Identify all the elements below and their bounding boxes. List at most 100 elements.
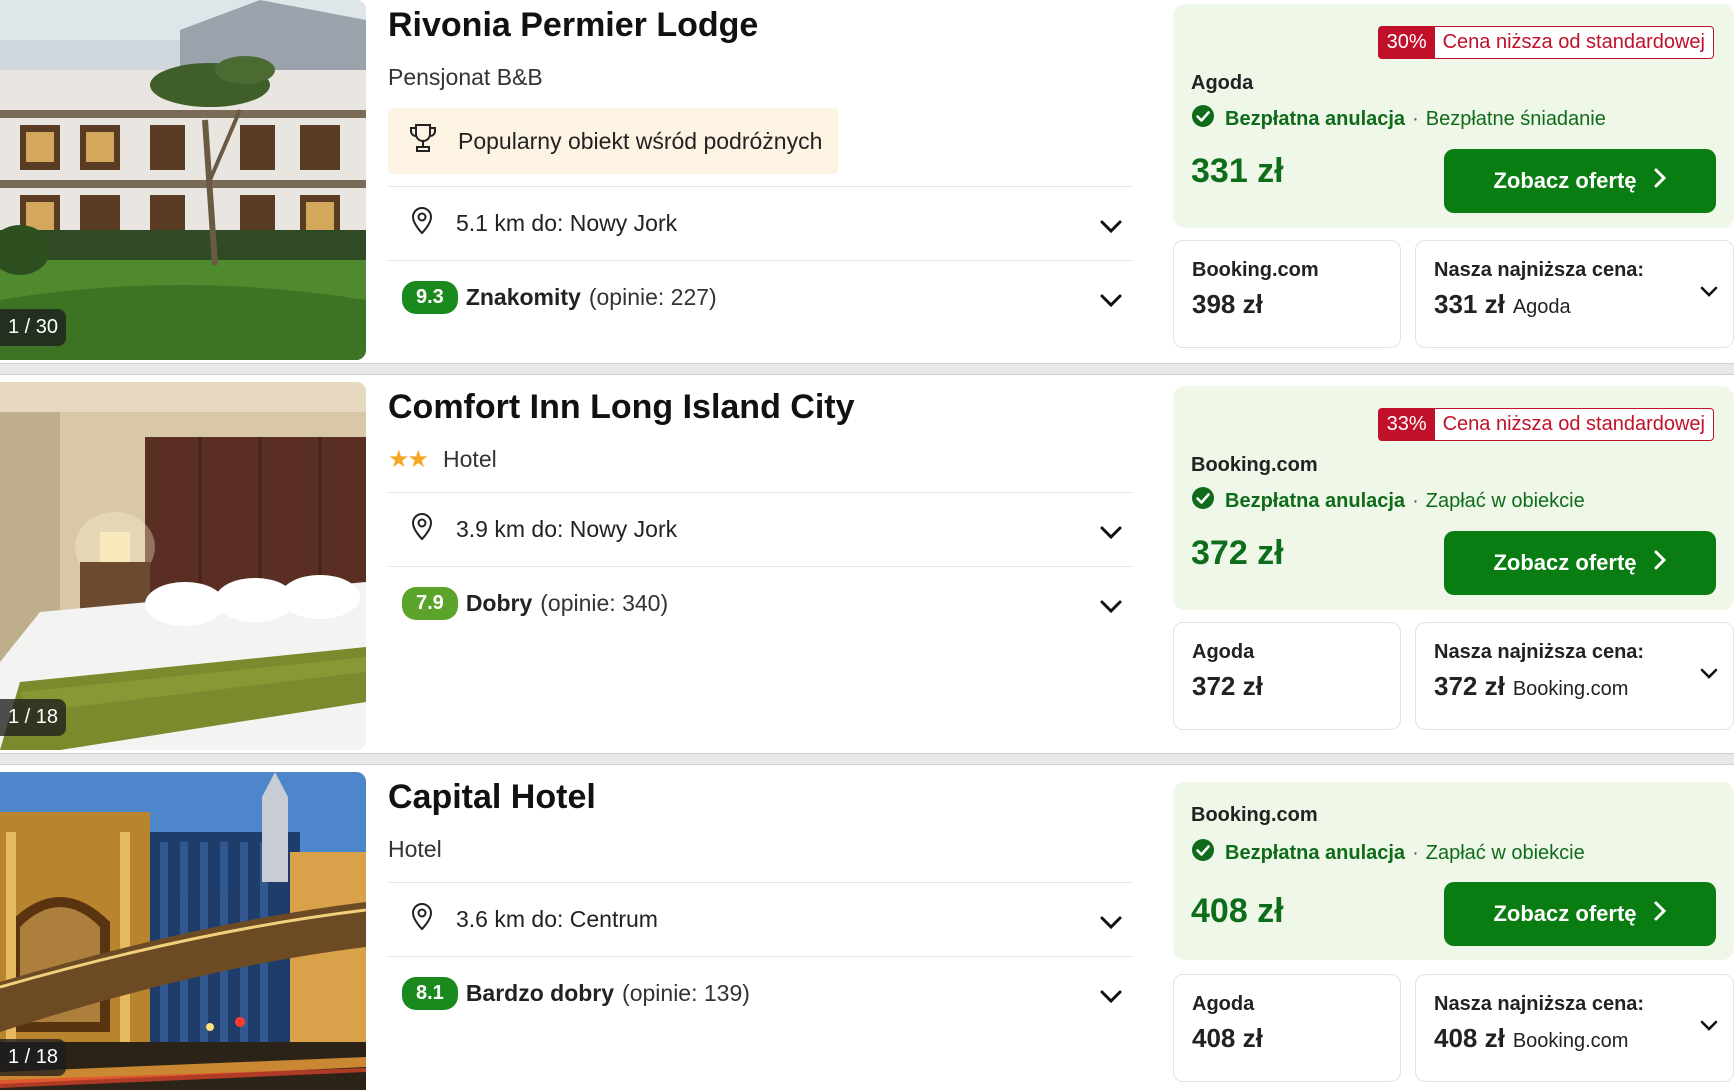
- deal-features: Bezpłatna anulacja · Bezpłatne śniadanie: [1191, 104, 1606, 134]
- view-offer-button[interactable]: Zobacz ofertę: [1444, 531, 1716, 595]
- popular-badge-label: Popularny obiekt wśród podróżnych: [458, 127, 823, 154]
- hotel-type: Pensjonat B&B: [388, 63, 543, 90]
- deal-price: 408 zł: [1191, 892, 1284, 930]
- card-divider: [0, 363, 1734, 375]
- hotel-type-row: Pensjonat B&B: [388, 60, 1133, 94]
- map-pin-icon: [410, 902, 434, 938]
- photo-counter: 1 / 18: [0, 1039, 67, 1076]
- hotel-info: Rivonia Permier Lodge Pensjonat B&B Popu…: [388, 0, 1133, 334]
- lowest-price-label: Nasza najniższa cena:: [1434, 259, 1645, 281]
- alt-provider-price: 372 zł: [1192, 671, 1263, 701]
- alt-provider-name: Agoda: [1192, 993, 1255, 1015]
- check-circle-icon: [1191, 104, 1215, 134]
- alt-provider-name: Agoda: [1192, 641, 1255, 663]
- deal-features: Bezpłatna anulacja · Zapłać w obiekcie: [1191, 486, 1585, 516]
- view-offer-label: Zobacz ofertę: [1493, 550, 1637, 575]
- lowest-price-label: Nasza najniższa cena:: [1434, 641, 1645, 663]
- alt-provider-price: 408 zł: [1192, 1023, 1263, 1053]
- lowest-price: 372 zł: [1434, 671, 1505, 701]
- view-offer-button[interactable]: Zobacz ofertę: [1444, 149, 1716, 213]
- hotel-photo[interactable]: 1 / 18: [0, 382, 366, 750]
- rating-row[interactable]: 7.9 Dobry (opinie: 340): [388, 566, 1133, 640]
- chevron-down-icon[interactable]: [1099, 288, 1123, 315]
- rating-word: Znakomity: [465, 284, 581, 310]
- separator-dot: ·: [1412, 489, 1419, 512]
- main-deal-box[interactable]: 33% Cena niższa od standardowej Booking.…: [1173, 386, 1734, 610]
- hotel-name[interactable]: Capital Hotel: [388, 778, 1133, 822]
- deal-price: 331 zł: [1191, 152, 1284, 190]
- chevron-down-icon[interactable]: [1099, 520, 1123, 547]
- lowest-price-provider: Booking.com: [1512, 678, 1629, 700]
- chevron-down-icon[interactable]: [1099, 594, 1123, 621]
- discount-percent: 30%: [1378, 27, 1435, 58]
- alt-provider-box[interactable]: Agoda 372 zł: [1173, 622, 1401, 730]
- hotel-name[interactable]: Comfort Inn Long Island City: [388, 388, 1133, 432]
- hotel-type: Hotel: [443, 445, 497, 472]
- deal-provider: Booking.com: [1191, 804, 1318, 826]
- free-cancellation: Bezpłatna anulacja: [1225, 489, 1406, 512]
- distance-row[interactable]: 3.6 km do: Centrum: [388, 882, 1133, 956]
- chevron-down-icon[interactable]: [1699, 285, 1719, 304]
- alt-provider-box[interactable]: Agoda 408 zł: [1173, 974, 1401, 1082]
- photo-counter: 1 / 18: [0, 699, 67, 736]
- lowest-price-label: Nasza najniższa cena:: [1434, 993, 1645, 1015]
- hotel-name[interactable]: Rivonia Permier Lodge: [388, 6, 1133, 50]
- trophy-icon: [408, 122, 438, 160]
- rating-row[interactable]: 9.3 Znakomity (opinie: 227): [388, 260, 1133, 334]
- extra-feature: Zapłać w obiekcie: [1425, 841, 1585, 864]
- distance-row[interactable]: 3.9 km do: Nowy Jork: [388, 492, 1133, 566]
- deal-provider: Agoda: [1191, 72, 1254, 94]
- discount-text: Cena niższa od standardowej: [1442, 413, 1705, 435]
- chevron-down-icon[interactable]: [1099, 984, 1123, 1011]
- lowest-price: 408 zł: [1434, 1023, 1505, 1053]
- hotel-photo-image: [0, 382, 366, 750]
- hotel-photo[interactable]: 1 / 30: [0, 0, 366, 360]
- lowest-price-provider: Agoda: [1512, 296, 1571, 318]
- photo-counter: 1 / 30: [0, 309, 67, 346]
- main-deal-box[interactable]: 30% Cena niższa od standardowej Agoda Be…: [1173, 4, 1734, 228]
- chevron-down-icon[interactable]: [1099, 910, 1123, 937]
- discount-percent: 33%: [1378, 409, 1435, 440]
- discount-text: Cena niższa od standardowej: [1442, 31, 1705, 53]
- chevron-down-icon[interactable]: [1099, 214, 1123, 241]
- lowest-price-box[interactable]: Nasza najniższa cena: 408 zł Booking.com: [1415, 974, 1734, 1082]
- free-cancellation: Bezpłatna anulacja: [1225, 841, 1406, 864]
- rating-word: Dobry: [465, 590, 533, 616]
- alt-provider-name: Booking.com: [1192, 259, 1319, 281]
- hotel-card-3: 1 / 18 Capital Hotel Hotel 3.6 km do: Ce…: [0, 772, 1734, 1090]
- hotel-type-row: ★★ Hotel: [388, 442, 1133, 476]
- lowest-price-box[interactable]: Nasza najniższa cena: 372 zł Booking.com: [1415, 622, 1734, 730]
- view-offer-button[interactable]: Zobacz ofertę: [1444, 882, 1716, 946]
- rating-word: Bardzo dobry: [465, 980, 615, 1006]
- discount-tag: 33% Cena niższa od standardowej: [1377, 408, 1714, 441]
- rating-row[interactable]: 8.1 Bardzo dobry (opinie: 139): [388, 956, 1133, 1030]
- chevron-right-icon: [1653, 900, 1667, 928]
- main-deal-box[interactable]: Booking.com Bezpłatna anulacja · Zapłać …: [1173, 782, 1734, 960]
- distance-row[interactable]: 5.1 km do: Nowy Jork: [388, 186, 1133, 260]
- rating-count: (opinie: 227): [588, 284, 717, 310]
- view-offer-label: Zobacz ofertę: [1493, 901, 1637, 926]
- hotel-card-1: 1 / 30 Rivonia Permier Lodge Pensjonat B…: [0, 0, 1734, 380]
- rating-count: (opinie: 340): [540, 590, 669, 616]
- chevron-down-icon[interactable]: [1699, 1019, 1719, 1038]
- lowest-price-box[interactable]: Nasza najniższa cena: 331 zł Agoda: [1415, 240, 1734, 348]
- map-pin-icon: [410, 512, 434, 548]
- free-cancellation: Bezpłatna anulacja: [1225, 107, 1406, 130]
- distance-text: 5.1 km do: Nowy Jork: [456, 210, 678, 236]
- lowest-price-row: 372 zł Booking.com: [1434, 671, 1628, 702]
- deal-price: 372 zł: [1191, 534, 1284, 572]
- hotel-info: Capital Hotel Hotel 3.6 km do: Centrum 8…: [388, 772, 1133, 1030]
- alt-provider-price: 398 zł: [1192, 289, 1263, 319]
- star-icon: ★★: [388, 445, 429, 473]
- hotel-info: Comfort Inn Long Island City ★★ Hotel 3.…: [388, 382, 1133, 640]
- chevron-down-icon[interactable]: [1699, 667, 1719, 686]
- discount-tag: 30% Cena niższa od standardowej: [1377, 26, 1714, 59]
- alt-provider-box[interactable]: Booking.com 398 zł: [1173, 240, 1401, 348]
- lowest-price-row: 408 zł Booking.com: [1434, 1023, 1628, 1054]
- rating-count: (opinie: 139): [622, 980, 750, 1006]
- lowest-price: 331 zł: [1434, 289, 1505, 319]
- hotel-photo[interactable]: 1 / 18: [0, 772, 366, 1090]
- check-circle-icon: [1191, 486, 1215, 516]
- separator-dot: ·: [1412, 107, 1419, 130]
- hotel-card-2: 1 / 18 Comfort Inn Long Island City ★★ H…: [0, 382, 1734, 762]
